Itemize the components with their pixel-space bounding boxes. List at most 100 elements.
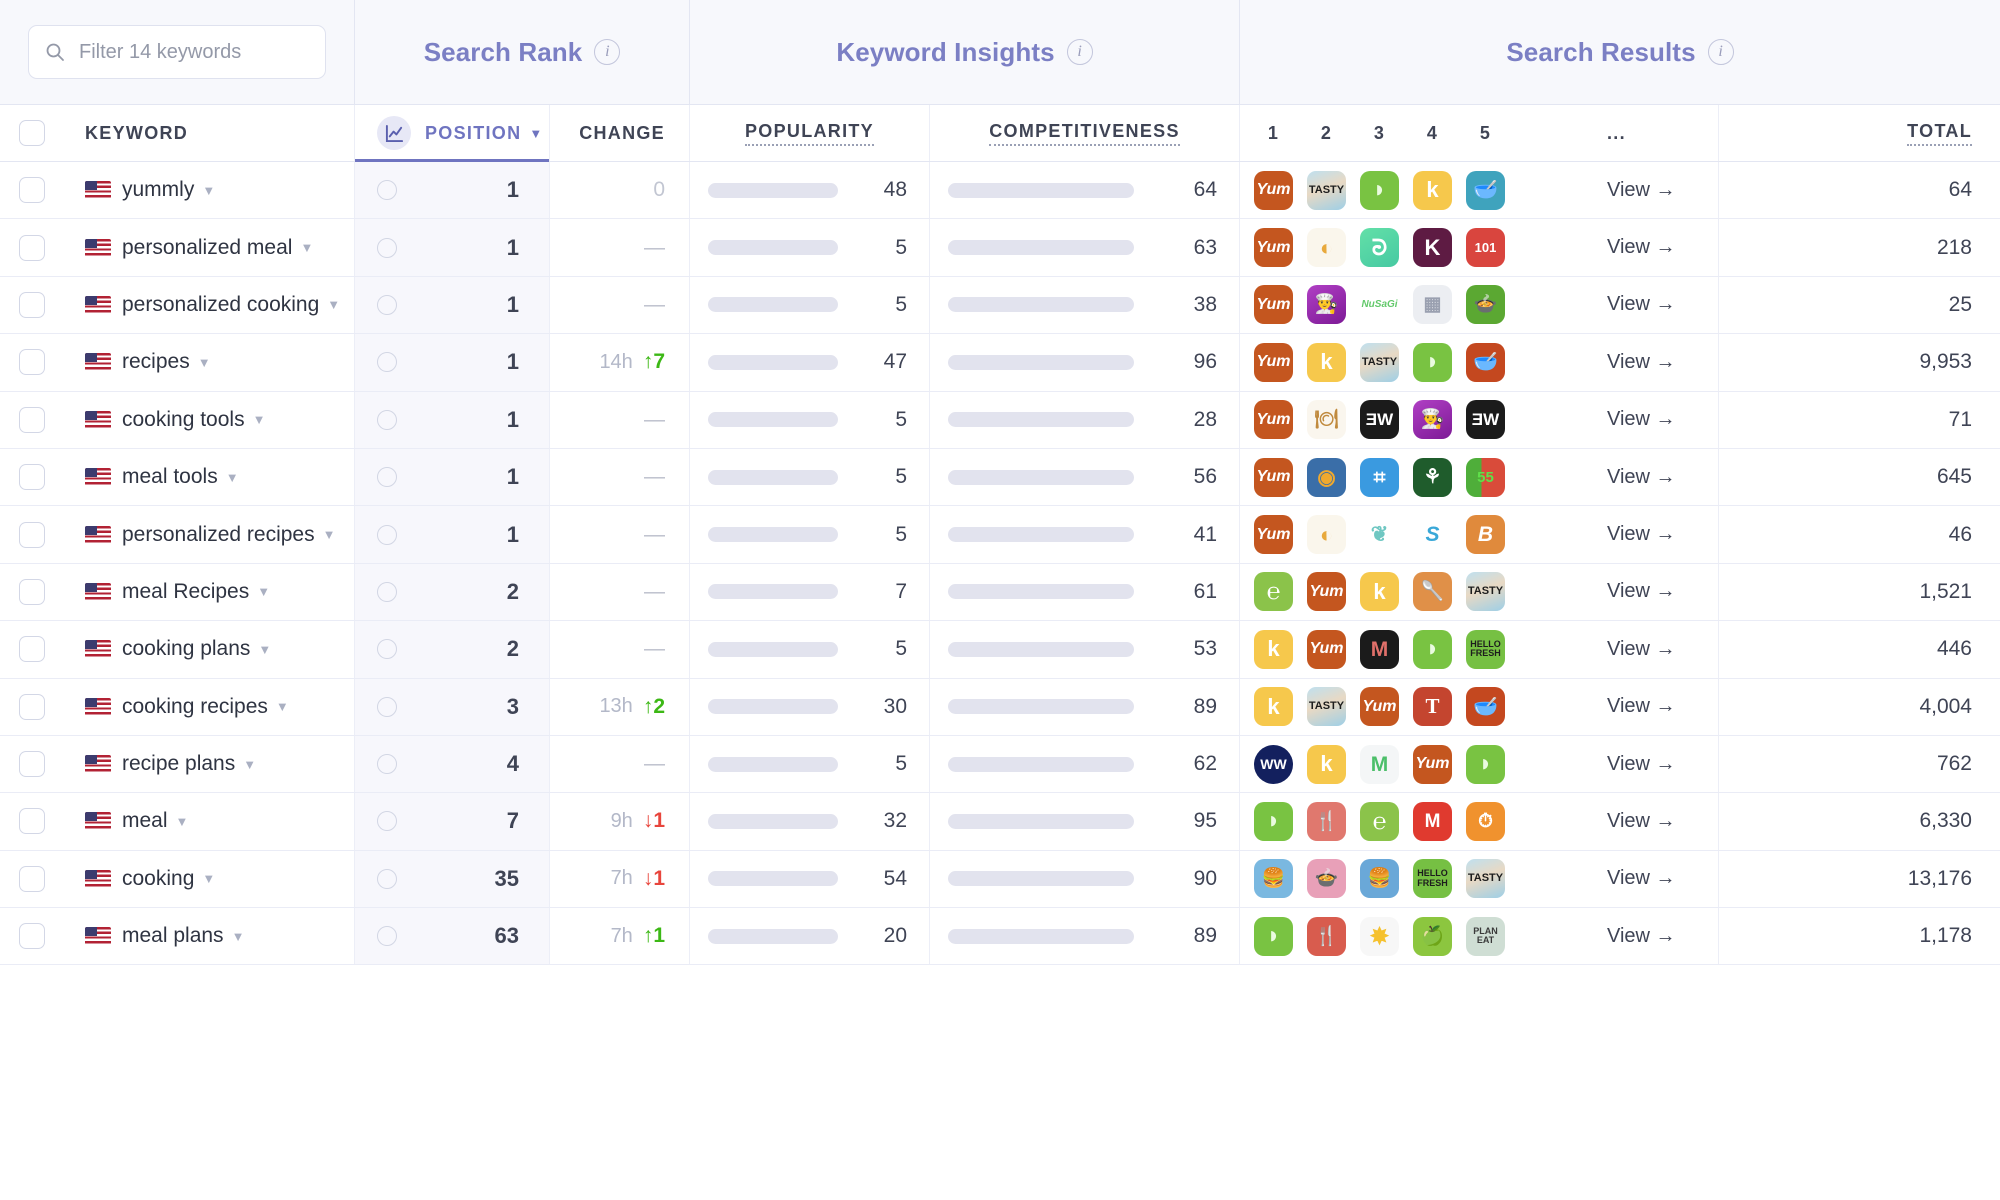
app-icon-tasty[interactable]: TASTY bbox=[1307, 170, 1346, 210]
table-row[interactable]: meal ▼ 7 9h ↓1 32 95 ◗ 🍴 ℮ M ⏱ View → 6,330 bbox=[0, 793, 2000, 851]
app-icon-lime[interactable]: ◗ bbox=[1254, 801, 1293, 841]
keyword-cell[interactable]: cooking ▼ bbox=[63, 850, 355, 908]
app-icon-burger3[interactable]: 🍔 bbox=[1360, 859, 1399, 899]
view-link[interactable]: View → bbox=[1607, 580, 1676, 603]
app-icon-bluetool[interactable]: ⌗ bbox=[1360, 457, 1399, 497]
app-icon-sun[interactable]: ✸ bbox=[1360, 916, 1399, 956]
table-row[interactable]: meal Recipes ▼ 2 — 7 61 ℮ Yum k 🥄 TASTY View →… bbox=[0, 563, 2000, 622]
view-link[interactable]: View → bbox=[1607, 466, 1676, 489]
row-checkbox[interactable] bbox=[18, 865, 45, 892]
view-link[interactable]: View → bbox=[1607, 867, 1676, 890]
view-link[interactable]: View → bbox=[1607, 753, 1676, 776]
table-row[interactable]: cooking plans ▼ 2 — 5 53 k Yum M ◗ HELLO FRESH… bbox=[0, 621, 2000, 679]
app-icon-lime[interactable]: ◗ bbox=[1413, 629, 1452, 669]
view-cell[interactable]: View → bbox=[1607, 162, 1719, 219]
view-link[interactable]: View → bbox=[1607, 179, 1676, 202]
app-icon-bowlred[interactable]: 🥣 bbox=[1466, 687, 1505, 727]
view-cell[interactable]: View → bbox=[1607, 276, 1719, 334]
app-icon-yum[interactable]: Yum bbox=[1307, 572, 1346, 612]
app-icon-yum[interactable]: Yum bbox=[1254, 457, 1293, 497]
chevron-down-icon[interactable]: ▼ bbox=[232, 929, 245, 944]
row-checkbox[interactable] bbox=[18, 349, 45, 376]
app-icon-dots[interactable]: ◐ bbox=[1307, 515, 1346, 555]
view-link[interactable]: View → bbox=[1607, 695, 1676, 718]
app-icon-101[interactable]: 101 bbox=[1466, 228, 1505, 268]
app-icon-yum[interactable]: Yum bbox=[1254, 228, 1293, 268]
sparkline-placeholder-icon[interactable] bbox=[377, 524, 397, 545]
row-checkbox[interactable] bbox=[18, 521, 45, 548]
keyword-cell[interactable]: cooking recipes ▼ bbox=[63, 678, 355, 735]
app-icon-foodk[interactable]: k bbox=[1413, 170, 1452, 210]
view-link[interactable]: View → bbox=[1607, 408, 1676, 431]
table-row[interactable]: personalized recipes ▼ 1 — 5 41 Yum ◐ ❦ S B Vi… bbox=[0, 506, 2000, 564]
app-icon-hellofresh[interactable]: HELLO FRESH bbox=[1413, 859, 1452, 899]
view-cell[interactable]: View → bbox=[1607, 219, 1719, 276]
col-change[interactable]: CHANGE bbox=[550, 105, 690, 161]
view-link[interactable]: View → bbox=[1607, 810, 1676, 833]
view-link[interactable]: View → bbox=[1607, 293, 1676, 316]
col-keyword[interactable]: KEYWORD bbox=[63, 105, 355, 161]
sparkline-placeholder-icon[interactable] bbox=[377, 868, 397, 889]
chevron-down-icon[interactable]: ▼ bbox=[176, 814, 189, 829]
info-icon-keyword-insights[interactable]: i bbox=[1066, 39, 1093, 65]
app-icon-nusagi[interactable]: NuSaGi bbox=[1360, 285, 1399, 325]
app-icon-mblack[interactable]: M bbox=[1360, 629, 1399, 669]
app-icon-chefmouse[interactable]: 👨‍🍳 bbox=[1307, 285, 1346, 325]
filter-input-box[interactable]: Filter 14 keywords bbox=[28, 25, 326, 79]
app-icon-lime[interactable]: ◗ bbox=[1360, 170, 1399, 210]
table-row[interactable]: meal tools ▼ 1 — 5 56 Yum ◉ ⌗ ⚘ 55 View → 645 bbox=[0, 448, 2000, 507]
chevron-down-icon[interactable]: ▼ bbox=[327, 297, 340, 312]
app-icon-tasty[interactable]: TASTY bbox=[1466, 859, 1505, 899]
view-link[interactable]: View → bbox=[1607, 351, 1676, 374]
app-icon-yum[interactable]: Yum bbox=[1254, 285, 1293, 325]
app-icon-foodk[interactable]: k bbox=[1360, 572, 1399, 612]
app-icon-forkknife[interactable]: 🍴 bbox=[1307, 801, 1346, 841]
keyword-cell[interactable]: personalized cooking ▼ bbox=[63, 276, 355, 334]
app-icon-yum[interactable]: Yum bbox=[1254, 400, 1293, 440]
row-checkbox[interactable] bbox=[18, 177, 45, 204]
chevron-down-icon[interactable]: ▼ bbox=[198, 355, 211, 370]
app-icon-chefmouse[interactable]: 👨‍🍳 bbox=[1413, 400, 1452, 440]
col-position[interactable]: POSITION ▼ bbox=[355, 105, 550, 162]
app-icon-nyt[interactable]: T bbox=[1413, 687, 1452, 727]
chevron-down-icon[interactable]: ▼ bbox=[276, 699, 289, 714]
sparkline-placeholder-icon[interactable] bbox=[377, 639, 397, 660]
keyword-cell[interactable]: yummly ▼ bbox=[63, 162, 355, 219]
row-checkbox[interactable] bbox=[18, 578, 45, 605]
app-icon-mealime[interactable]: M bbox=[1360, 744, 1399, 784]
app-icon-tasty[interactable]: TASTY bbox=[1466, 572, 1505, 612]
app-icon-yum[interactable]: Yum bbox=[1413, 744, 1452, 784]
app-icon-eat[interactable]: ℮ bbox=[1360, 801, 1399, 841]
row-checkbox[interactable] bbox=[18, 291, 45, 318]
view-link[interactable]: View → bbox=[1607, 925, 1676, 948]
app-icon-ww[interactable]: WW bbox=[1254, 744, 1293, 784]
chevron-down-icon[interactable]: ▼ bbox=[202, 871, 215, 886]
table-row[interactable]: yummly ▼ 1 0 48 64 Yum TASTY ◗ k 🥣 View → 64 bbox=[0, 162, 2000, 220]
app-icon-bowlred[interactable]: 🥣 bbox=[1466, 342, 1505, 382]
app-icon-burger1[interactable]: 🍔 bbox=[1254, 859, 1293, 899]
col-total[interactable]: TOTAL bbox=[1719, 105, 2000, 161]
sparkline-placeholder-icon[interactable] bbox=[377, 352, 397, 373]
view-cell[interactable]: View → bbox=[1607, 678, 1719, 735]
sparkline-placeholder-icon[interactable] bbox=[377, 467, 397, 488]
app-icon-eat[interactable]: ℮ bbox=[1254, 572, 1293, 612]
sparkline-placeholder-icon[interactable] bbox=[377, 180, 397, 201]
row-checkbox[interactable] bbox=[18, 406, 45, 433]
view-link[interactable]: View → bbox=[1607, 523, 1676, 546]
table-row[interactable]: personalized meal ▼ 1 — 5 63 Yum ◐ ᘒ K 101 Vie… bbox=[0, 219, 2000, 277]
view-cell[interactable]: View → bbox=[1607, 391, 1719, 448]
keyword-cell[interactable]: meal plans ▼ bbox=[63, 908, 355, 965]
view-link[interactable]: View → bbox=[1607, 638, 1676, 661]
view-cell[interactable]: View → bbox=[1607, 735, 1719, 793]
sparkline-placeholder-icon[interactable] bbox=[377, 409, 397, 430]
view-cell[interactable]: View → bbox=[1607, 506, 1719, 563]
table-row[interactable]: cooking recipes ▼ 3 13h ↑2 30 89 k TASTY Yum… bbox=[0, 678, 2000, 736]
app-icon-foodk[interactable]: k bbox=[1254, 629, 1293, 669]
keyword-cell[interactable]: personalized meal ▼ bbox=[63, 219, 355, 276]
keyword-cell[interactable]: cooking tools ▼ bbox=[63, 391, 355, 448]
table-row[interactable]: cooking ▼ 35 7h ↓1 54 90 🍔 🍲 🍔 HELLO FRESH TAS… bbox=[0, 850, 2000, 909]
app-icon-scale[interactable]: ⏱ bbox=[1466, 801, 1505, 841]
chevron-down-icon[interactable]: ▼ bbox=[226, 470, 239, 485]
app-icon-dots[interactable]: ◐ bbox=[1307, 228, 1346, 268]
app-icon-apple[interactable]: 🍏 bbox=[1413, 916, 1452, 956]
